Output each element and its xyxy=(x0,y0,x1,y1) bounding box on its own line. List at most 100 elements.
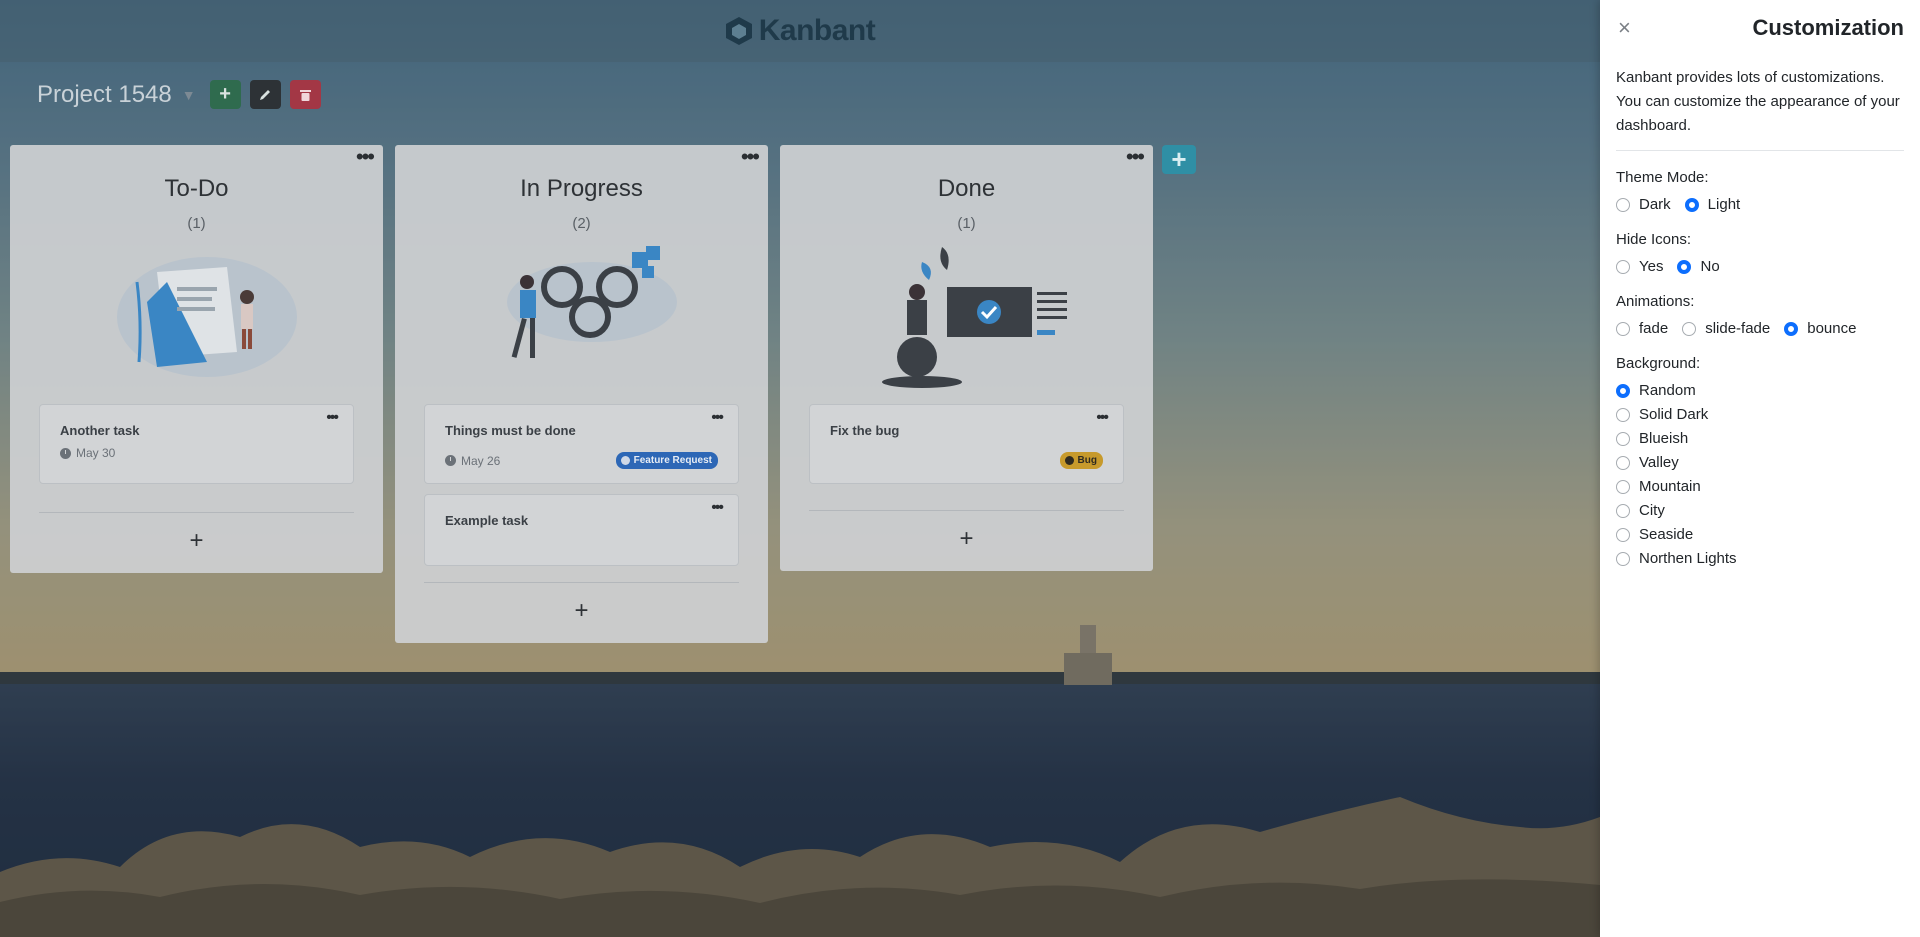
background-option-mountain[interactable]: Mountain xyxy=(1616,478,1906,495)
background-option-solid-dark[interactable]: Solid Dark xyxy=(1616,406,1906,423)
column-menu-icon[interactable]: ••• xyxy=(741,146,760,168)
add-card-button[interactable]: + xyxy=(395,583,768,643)
column-title: Done xyxy=(937,175,996,202)
badge-dot-icon xyxy=(620,456,630,465)
plus-icon: + xyxy=(219,83,231,105)
radio-icon xyxy=(1616,197,1630,212)
badge-dot-icon xyxy=(1064,456,1074,465)
todo-illustration xyxy=(116,257,297,377)
radio-label: Northen Lights xyxy=(1639,550,1737,567)
panel-header: × Customization xyxy=(1600,0,1920,42)
theme-mode-options: Dark Light xyxy=(1616,196,1920,213)
add-column-button[interactable]: + xyxy=(1162,144,1196,174)
hide-icons-option-yes[interactable]: Yes xyxy=(1616,258,1663,275)
radio-icon xyxy=(1616,455,1630,470)
column-count: (1) xyxy=(957,215,976,232)
radio-label: bounce xyxy=(1807,320,1857,337)
background-option-blueish[interactable]: Blueish xyxy=(1616,430,1906,447)
task-card[interactable]: ••• Fix the bug Bug xyxy=(809,404,1124,484)
radio-icon xyxy=(1616,321,1630,336)
in-progress-illustration xyxy=(506,246,677,358)
theme-option-dark[interactable]: Dark xyxy=(1616,196,1671,213)
radio-icon xyxy=(1616,259,1630,274)
theme-mode-label: Theme Mode: xyxy=(1616,169,1709,186)
radio-checked-icon xyxy=(1684,197,1699,212)
task-card[interactable]: ••• Things must be done May 26 Feature R… xyxy=(424,404,739,484)
radio-label: fade xyxy=(1639,320,1669,337)
radio-icon xyxy=(1682,321,1697,336)
card-date: May 26 xyxy=(445,454,500,468)
theme-option-light[interactable]: Light xyxy=(1684,196,1741,213)
card-date: May 30 xyxy=(60,446,115,460)
column-todo: ••• To-Do (1) ••• Another task May 30 + xyxy=(10,145,383,573)
radio-checked-icon xyxy=(1784,321,1799,336)
column-menu-icon[interactable]: ••• xyxy=(1126,146,1145,168)
animation-option-fade[interactable]: fade xyxy=(1616,320,1668,337)
background-label: Background: xyxy=(1616,355,1701,372)
radio-checked-icon xyxy=(1677,259,1692,274)
column-done: ••• Done (1) ••• Fix the bug Bug + xyxy=(780,145,1153,571)
feature-request-badge: Feature Request xyxy=(615,452,718,469)
badge-label: Feature Request xyxy=(633,455,712,466)
background-options: Random Solid Dark Blueish Valley Mountai… xyxy=(1616,382,1920,567)
add-card-button[interactable]: + xyxy=(10,513,383,573)
customization-panel: × Customization Kanbant provides lots of… xyxy=(1600,0,1920,937)
radio-label: Dark xyxy=(1639,196,1671,213)
radio-icon xyxy=(1616,431,1630,446)
radio-label: Seaside xyxy=(1639,526,1694,543)
card-meta: May 30 xyxy=(60,446,333,460)
add-card-button[interactable]: + xyxy=(780,511,1153,571)
background-option-city[interactable]: City xyxy=(1616,502,1906,519)
radio-label: City xyxy=(1639,502,1665,519)
column-in-progress: ••• In Progress (2) ••• Things must be d… xyxy=(395,145,768,643)
panel-description: Kanbant provides lots of customizations.… xyxy=(1616,66,1904,151)
pencil-icon xyxy=(260,89,271,100)
hide-icons-option-no[interactable]: No xyxy=(1677,258,1720,275)
edit-project-button[interactable] xyxy=(249,80,281,109)
card-date-text: May 30 xyxy=(76,446,116,460)
radio-label: Yes xyxy=(1639,258,1664,275)
column-menu-icon[interactable]: ••• xyxy=(356,146,375,168)
task-card[interactable]: ••• Another task May 30 xyxy=(39,404,354,484)
trash-icon xyxy=(299,89,311,101)
clock-icon xyxy=(60,447,71,459)
cube-logo-icon xyxy=(725,17,752,45)
column-count: (2) xyxy=(572,215,591,232)
task-card[interactable]: ••• Example task xyxy=(424,494,739,566)
card-title: Another task xyxy=(60,423,140,438)
background-option-northen-lights[interactable]: Northen Lights xyxy=(1616,550,1906,567)
background-option-seaside[interactable]: Seaside xyxy=(1616,526,1906,543)
radio-label: Blueish xyxy=(1639,430,1689,447)
animation-option-bounce[interactable]: bounce xyxy=(1784,320,1856,337)
card-menu-icon[interactable]: ••• xyxy=(1096,409,1109,427)
project-toolbar: Project 1548 ▼ + xyxy=(37,80,330,109)
card-title: Fix the bug xyxy=(830,423,900,438)
close-icon[interactable]: × xyxy=(1618,15,1631,41)
radio-icon xyxy=(1616,503,1630,518)
radio-label: Light xyxy=(1707,196,1741,213)
clock-icon xyxy=(445,455,456,466)
brand[interactable]: Kanbant xyxy=(725,14,876,48)
hide-icons-label: Hide Icons: xyxy=(1616,231,1692,248)
card-title: Example task xyxy=(445,513,529,528)
card-menu-icon[interactable]: ••• xyxy=(326,409,339,427)
radio-checked-icon xyxy=(1616,383,1630,398)
panel-title: Customization xyxy=(1752,15,1904,40)
column-title: To-Do xyxy=(164,175,229,202)
radio-label: slide-fade xyxy=(1705,320,1771,337)
radio-label: Mountain xyxy=(1639,478,1701,495)
background-option-valley[interactable]: Valley xyxy=(1616,454,1906,471)
background-option-random[interactable]: Random xyxy=(1616,382,1906,399)
card-meta: May 26 Feature Request xyxy=(445,452,718,469)
project-name[interactable]: Project 1548 xyxy=(37,81,172,109)
add-project-button[interactable]: + xyxy=(209,80,241,109)
card-menu-icon[interactable]: ••• xyxy=(711,409,724,427)
radio-label: No xyxy=(1700,258,1720,275)
chevron-down-icon[interactable]: ▼ xyxy=(182,87,196,103)
animation-option-slide-fade[interactable]: slide-fade xyxy=(1682,320,1770,337)
badge-label: Bug xyxy=(1077,455,1097,466)
card-menu-icon[interactable]: ••• xyxy=(711,499,724,517)
done-illustration xyxy=(881,247,1067,388)
delete-project-button[interactable] xyxy=(289,80,321,109)
plus-icon: + xyxy=(1171,144,1187,174)
